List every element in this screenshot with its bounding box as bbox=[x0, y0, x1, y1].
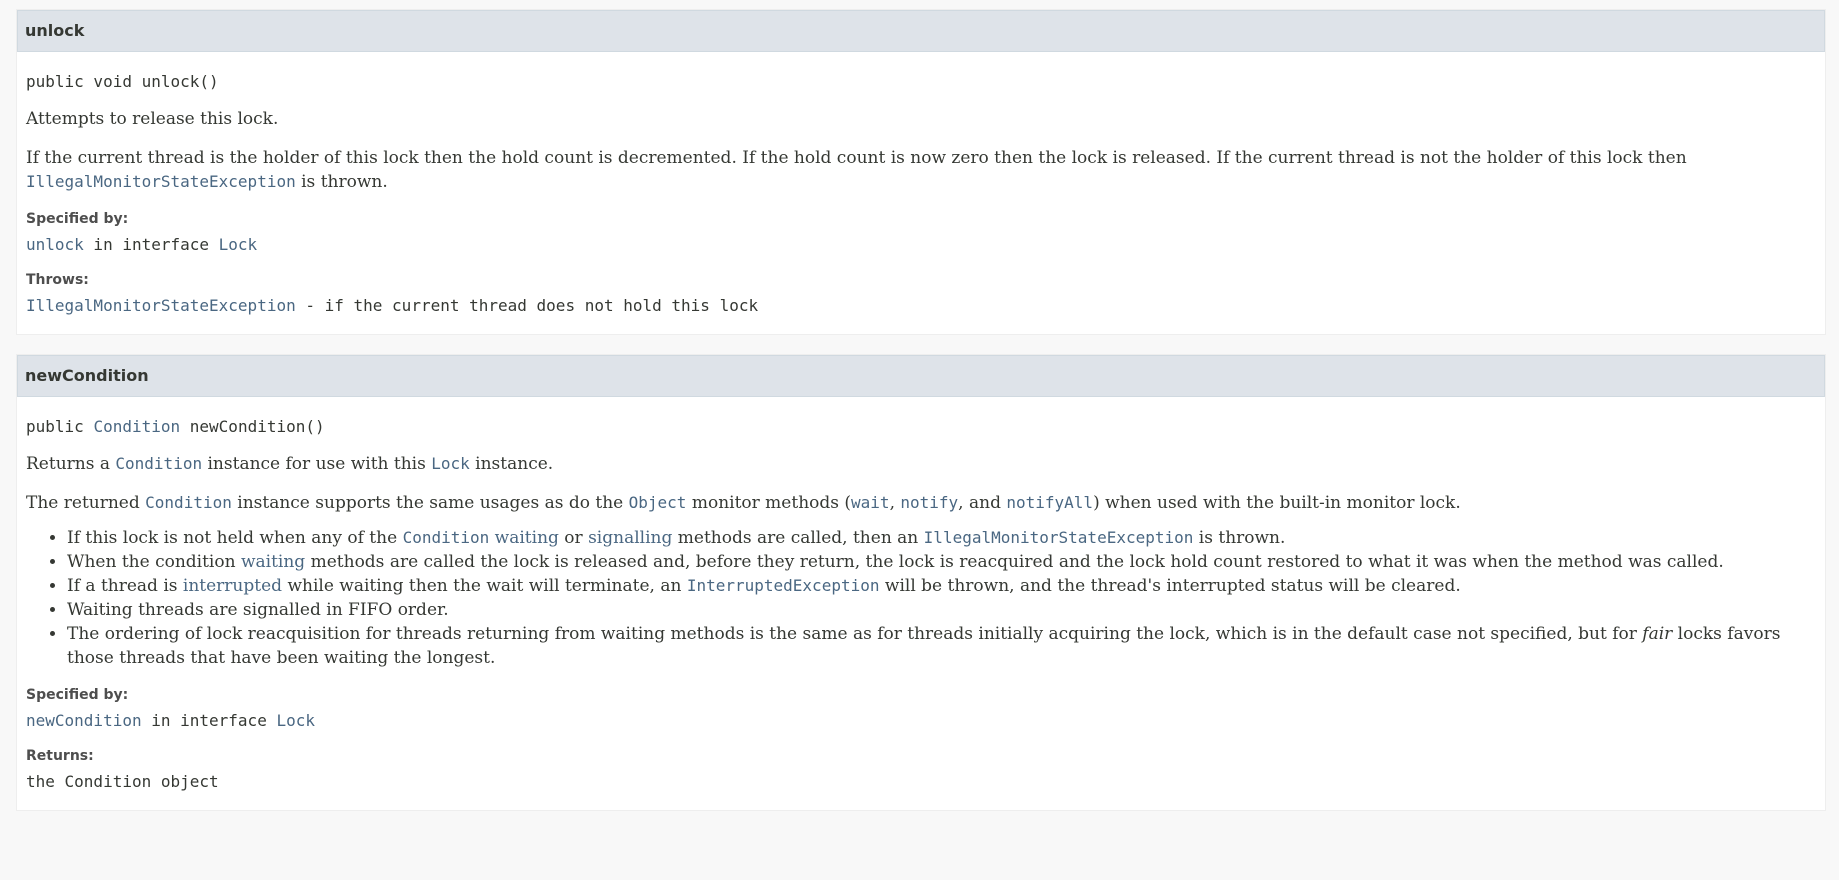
condition-link[interactable]: Condition bbox=[115, 454, 202, 473]
illegal-monitor-state-exception-link[interactable]: IllegalMonitorStateException bbox=[26, 172, 296, 191]
list-item: Waiting threads are signalled in FIFO or… bbox=[67, 598, 1816, 622]
returns-value: the Condition object bbox=[26, 772, 219, 791]
interrupted-exception-link[interactable]: InterruptedException bbox=[687, 576, 880, 595]
lock-link[interactable]: Lock bbox=[431, 454, 470, 473]
throws-value: IllegalMonitorStateException - if the cu… bbox=[26, 296, 759, 315]
waiting-link[interactable]: waiting bbox=[241, 552, 305, 572]
specified-by-label: Specified by: bbox=[26, 211, 129, 227]
illegal-monitor-state-exception-link[interactable]: IllegalMonitorStateException bbox=[26, 296, 296, 315]
notify-link[interactable]: notify bbox=[900, 493, 958, 512]
interrupted-link[interactable]: interrupted bbox=[183, 576, 282, 596]
behavior-list: If this lock is not held when any of the… bbox=[26, 526, 1816, 670]
list-item: If a thread is interrupted while waiting… bbox=[67, 574, 1816, 598]
method-title: newCondition bbox=[17, 355, 1825, 397]
lock-new-condition-link[interactable]: newCondition bbox=[26, 711, 142, 730]
method-new-condition: newCondition public Condition newConditi… bbox=[16, 354, 1826, 811]
list-item: The ordering of lock reacquisition for t… bbox=[67, 622, 1816, 670]
lock-interface-link[interactable]: Lock bbox=[219, 235, 258, 254]
notify-all-link[interactable]: notifyAll bbox=[1006, 493, 1093, 512]
method-signature: public void unlock() bbox=[26, 72, 219, 91]
condition-link[interactable]: Condition bbox=[403, 528, 490, 547]
method-title: unlock bbox=[17, 10, 1825, 52]
waiting-link[interactable]: waiting bbox=[495, 528, 559, 548]
method-summary: Returns a Condition instance for use wit… bbox=[26, 454, 554, 474]
wait-link[interactable]: wait bbox=[851, 493, 890, 512]
lock-unlock-link[interactable]: unlock bbox=[26, 235, 84, 254]
throws-label: Throws: bbox=[26, 272, 89, 288]
method-description: If the current thread is the holder of t… bbox=[26, 148, 1687, 192]
method-description: The returned Condition instance supports… bbox=[26, 493, 1461, 513]
method-unlock: unlock public void unlock() Attempts to … bbox=[16, 9, 1826, 335]
method-details: unlock public void unlock() Attempts to … bbox=[16, 9, 1826, 830]
condition-type-link[interactable]: Condition bbox=[93, 417, 180, 436]
specified-by-value: unlock in interface Lock bbox=[26, 235, 258, 254]
illegal-monitor-state-exception-link[interactable]: IllegalMonitorStateException bbox=[924, 528, 1194, 547]
specified-by-label: Specified by: bbox=[26, 687, 129, 703]
list-item: If this lock is not held when any of the… bbox=[67, 526, 1816, 550]
specified-by-value: newCondition in interface Lock bbox=[26, 711, 315, 730]
list-item: When the condition waiting methods are c… bbox=[67, 550, 1816, 574]
condition-link[interactable]: Condition bbox=[145, 493, 232, 512]
returns-label: Returns: bbox=[26, 748, 94, 764]
lock-interface-link[interactable]: Lock bbox=[276, 711, 315, 730]
method-signature: public Condition newCondition() bbox=[26, 417, 325, 436]
signalling-link[interactable]: signalling bbox=[588, 528, 672, 548]
object-link[interactable]: Object bbox=[629, 493, 687, 512]
method-summary: Attempts to release this lock. bbox=[26, 109, 279, 129]
